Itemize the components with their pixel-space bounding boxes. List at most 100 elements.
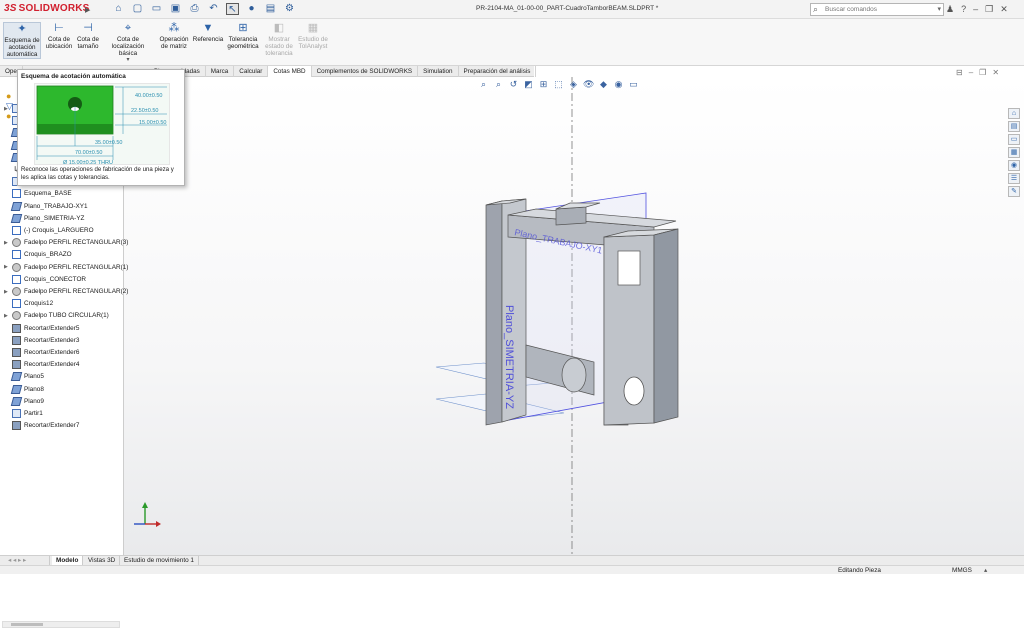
expand-arrow-icon[interactable]: ▶	[4, 313, 12, 319]
user-icon[interactable]: ♟	[946, 4, 954, 15]
tree-item[interactable]: Esquema_BASE	[4, 188, 72, 199]
tab-evaluate[interactable]: Calcular	[234, 66, 269, 77]
tree-item[interactable]: Recortar/Extender7	[4, 420, 79, 431]
plane-icon	[10, 201, 23, 211]
basic-location-dimension-button[interactable]: ⌖ Cota de localización básica ▾	[102, 22, 154, 64]
tree-item[interactable]: Partir1	[4, 408, 43, 419]
tree-item-label: Plano5	[24, 373, 44, 381]
tab-simulation[interactable]: Simulation	[418, 66, 459, 77]
new-document-icon[interactable]: ▢	[131, 3, 144, 15]
dim-label: 35.00±0.50	[95, 140, 123, 146]
undo-icon[interactable]: ↶	[207, 3, 220, 15]
solidworks-logo[interactable]: 3S SOLIDWORKS	[4, 3, 90, 14]
tree-item[interactable]: Croquis_BRAZO	[4, 249, 72, 260]
tree-horizontal-scrollbar[interactable]	[2, 621, 120, 628]
tree-item-label: Esquema_BASE	[24, 190, 72, 198]
show-tolerance-status-button[interactable]: ◧ Mostrar estado de tolerancia	[264, 22, 294, 57]
select-cursor-icon[interactable]: ↖	[226, 3, 239, 15]
viewport-minimize-icon[interactable]: –	[969, 68, 973, 77]
tree-item-label: Fadelpo PERFIL RECTANGULAR(1)	[24, 263, 129, 271]
edit-appearance-icon[interactable]: ◆	[598, 79, 609, 90]
pattern-feature-button[interactable]: ⁂ Operación de matriz	[158, 22, 190, 50]
tree-item[interactable]: ▶ Fadelpo PERFIL RECTANGULAR(2)	[4, 286, 128, 297]
tree-item[interactable]: Recortar/Extender3	[4, 335, 79, 346]
split-view-icon[interactable]: ⊟	[956, 68, 963, 77]
home-icon[interactable]: ⌂	[112, 3, 125, 15]
tree-item[interactable]: Plano_SIMETRIA-YZ	[4, 213, 84, 224]
previous-view-icon[interactable]: ↺	[508, 79, 519, 90]
help-icon[interactable]: ?	[961, 4, 966, 15]
tab-solidworks-addins[interactable]: Complementos de SOLIDWORKS	[312, 66, 419, 77]
tree-item[interactable]: Croquis12	[4, 298, 53, 309]
tree-item[interactable]: Plano_TRABAJO-XY1	[4, 201, 88, 212]
size-dimension-button[interactable]: ⊣ Cota de tamaño	[75, 22, 101, 50]
graphics-area[interactable]: Plano_SIMETRIA-YZ Plano_TRABAJO-XY1	[124, 77, 1024, 555]
view-settings-icon[interactable]: ▭	[628, 79, 639, 90]
tree-item[interactable]: (-) Croquis_LARGUERO	[4, 225, 94, 236]
options-gear-icon[interactable]: ⚙	[283, 3, 296, 15]
tree-item-label: Plano_TRABAJO-XY1	[24, 202, 88, 210]
zoom-to-area-icon[interactable]: ⌕	[493, 79, 504, 90]
title-bar: 3S SOLIDWORKS ▶ ⌂ ▢ ▭ ▣ ⎙ ↶ ↖ ● ▤ ⚙ PR-21…	[0, 0, 1024, 19]
tree-item[interactable]: ▶ Fadelpo TUBO CIRCULAR(1)	[4, 310, 109, 321]
open-folder-icon[interactable]: ▭	[150, 3, 163, 15]
hide-show-items-icon[interactable]: 👁	[583, 79, 594, 90]
resources-icon[interactable]: ⌂	[1008, 108, 1020, 119]
tree-item[interactable]: Plano5	[4, 371, 44, 382]
view-palette-icon[interactable]: ▦	[1008, 147, 1020, 158]
apply-scene-icon[interactable]: ◉	[613, 79, 624, 90]
dynamic-annotation-icon[interactable]: ⊞	[538, 79, 549, 90]
file-properties-icon[interactable]: ▤	[264, 3, 277, 15]
tab-markup[interactable]: Marca	[206, 66, 235, 77]
tab-mbd-dimensions[interactable]: Cotas MBD	[268, 66, 312, 77]
ribbon-button-label: Mostrar estado de tolerancia	[265, 36, 293, 57]
tree-item[interactable]: Plano9	[4, 396, 44, 407]
appearances-icon[interactable]: ◉	[1008, 160, 1020, 171]
trim-extend-icon	[12, 323, 21, 333]
section-view-icon[interactable]: ◩	[523, 79, 534, 90]
close-icon[interactable]: ✕	[1000, 4, 1008, 15]
tree-item[interactable]: ▶ Fadelpo PERFIL RECTANGULAR(1)	[4, 262, 128, 273]
tree-item[interactable]: Croquis_CONECTOR	[4, 274, 86, 285]
logo-menu-arrow-icon[interactable]: ▶	[85, 6, 90, 14]
expand-arrow-icon[interactable]: ▶	[4, 289, 12, 295]
structural-member-icon	[12, 311, 21, 321]
design-library-icon[interactable]: ▤	[1008, 121, 1020, 132]
expand-arrow-icon[interactable]: ▶	[4, 264, 12, 270]
display-style-icon[interactable]: ◈	[568, 79, 579, 90]
custom-properties-icon[interactable]: ☰	[1008, 173, 1020, 184]
tree-item[interactable]: Recortar/Extender4	[4, 359, 79, 370]
structural-member-icon	[12, 287, 21, 296]
model-view: Plano_SIMETRIA-YZ Plano_TRABAJO-XY1	[435, 77, 679, 555]
tree-item[interactable]: ▶ Fadelpo PERFIL RECTANGULAR(3)	[4, 237, 128, 248]
expand-arrow-icon[interactable]: ▶	[4, 106, 12, 112]
tree-item[interactable]: Recortar/Extender5	[4, 323, 79, 334]
file-explorer-icon[interactable]: ▭	[1008, 134, 1020, 145]
viewport-restore-icon[interactable]: ❐	[979, 68, 986, 77]
datum-button[interactable]: ▼ Referencia	[192, 22, 224, 43]
restore-icon[interactable]: ❐	[985, 4, 993, 15]
viewport-close-icon[interactable]: ✕	[992, 68, 999, 77]
scrollbar-thumb[interactable]	[11, 623, 43, 626]
auto-dimension-scheme-button[interactable]: ✦ Esquema de acotación automática	[3, 22, 41, 59]
expand-arrow-icon[interactable]: ▶	[4, 240, 12, 246]
zoom-to-fit-icon[interactable]: ⌕	[478, 79, 489, 90]
command-tooltip: Esquema de acotación automática 40.00±0.…	[17, 69, 185, 186]
print-icon[interactable]: ⎙	[188, 3, 201, 15]
save-icon[interactable]: ▣	[169, 3, 182, 15]
view-orientation-icon[interactable]: ⬚	[553, 79, 564, 90]
heads-up-view-toolbar: ⌕ ⌕ ↺ ◩ ⊞ ⬚ ◈ 👁 ◆ ◉ ▭	[478, 79, 639, 90]
geometric-tolerance-button[interactable]: ⊞ Tolerancia geométrica	[226, 22, 260, 50]
tree-item[interactable]: Recortar/Extender6	[4, 347, 79, 358]
command-search-input[interactable]: ⌕ Buscar comandos ▾	[810, 3, 944, 16]
rebuild-icon[interactable]: ●	[245, 3, 258, 15]
solidworks-forum-icon[interactable]: ✎	[1008, 186, 1020, 197]
dropdown-arrow-icon[interactable]: ▾	[102, 57, 154, 64]
location-dimension-button[interactable]: ⊢ Cota de ubicación	[44, 22, 74, 50]
tab-analysis-preparation[interactable]: Preparación del análisis	[459, 66, 537, 77]
tolanalyst-study-button[interactable]: ▦ Estudio de TolAnalyst	[297, 22, 329, 50]
minimize-icon[interactable]: –	[973, 4, 978, 15]
ribbon-button-label: Operación de matriz	[159, 36, 189, 50]
tree-item[interactable]: Plano8	[4, 384, 44, 395]
search-dropdown-icon[interactable]: ▾	[937, 4, 941, 15]
